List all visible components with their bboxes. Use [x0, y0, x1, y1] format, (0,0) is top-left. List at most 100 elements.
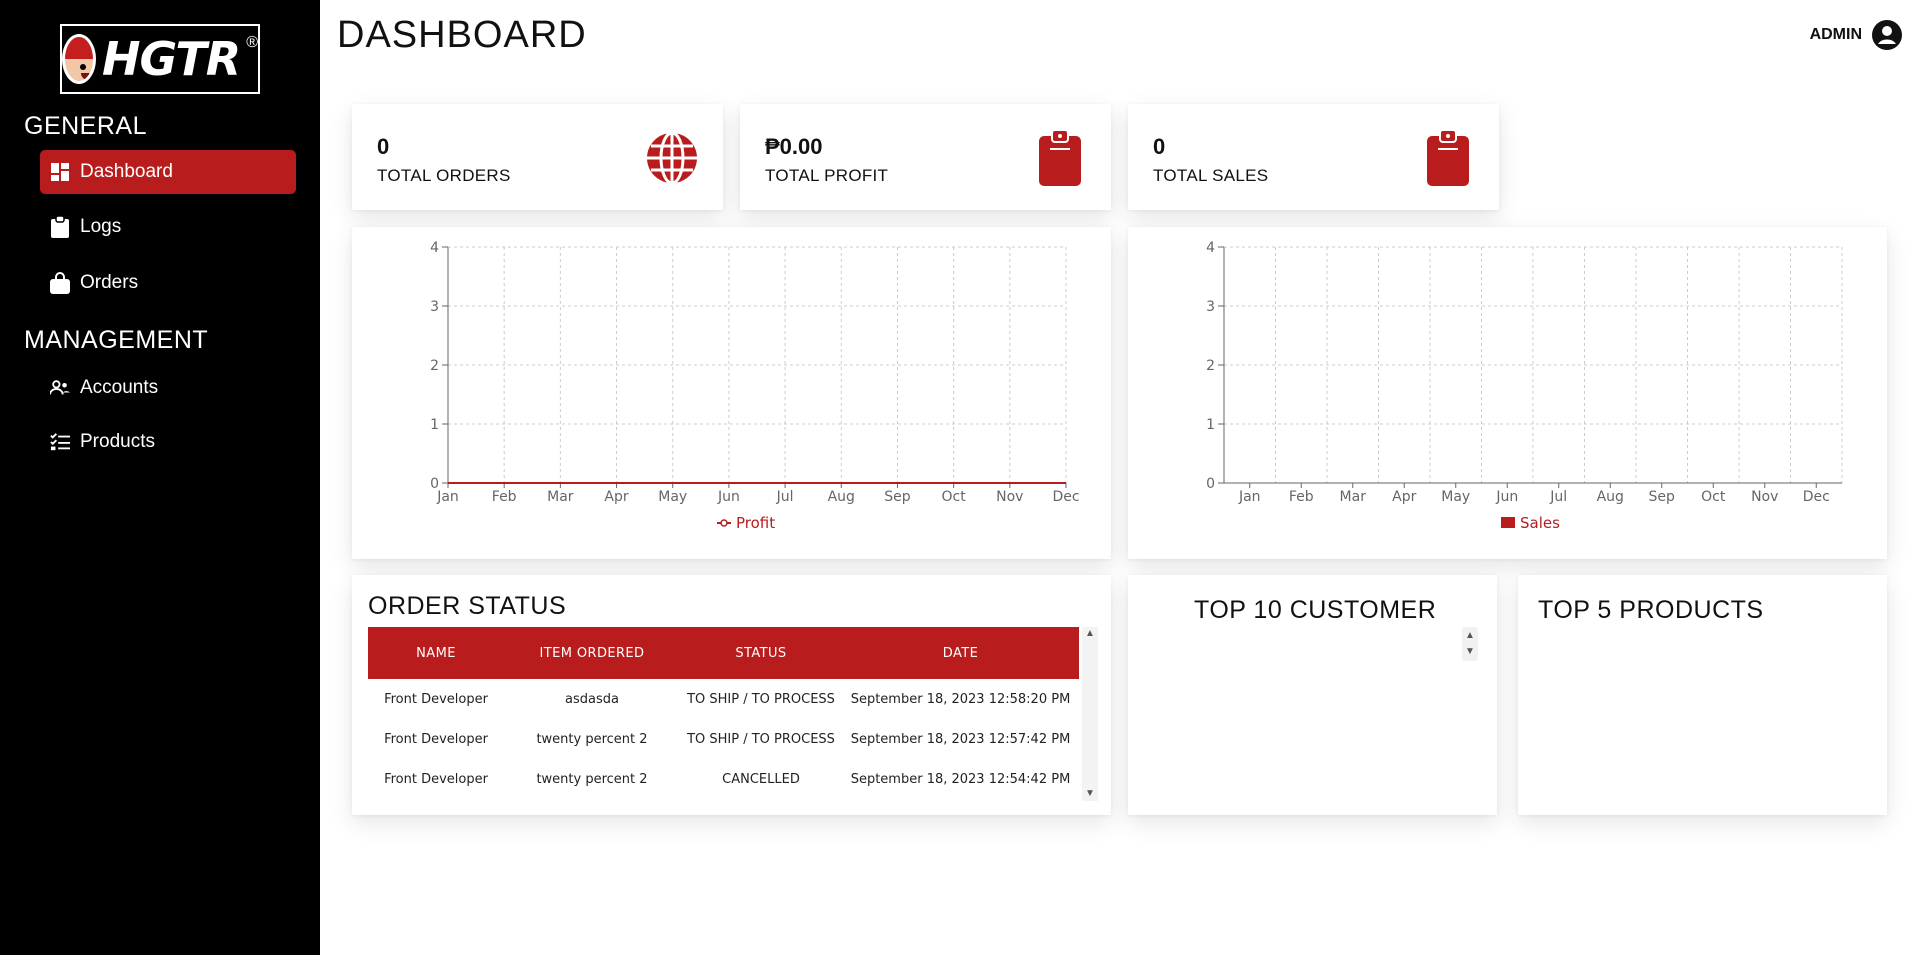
- y-tick-label: 0: [1206, 476, 1215, 492]
- sidebar-item-label: Orders: [80, 272, 139, 293]
- registered-mark: ®: [246, 34, 258, 51]
- y-tick-label: 1: [430, 417, 439, 433]
- x-tick-label: Jan: [436, 489, 459, 505]
- table-row[interactable]: Front Developer twenty percent 2 TO SHIP…: [368, 719, 1079, 759]
- x-tick-label: Feb: [492, 489, 517, 505]
- cell-date: September 18, 2023 12:57:42 PM: [850, 731, 1071, 747]
- user-menu[interactable]: ADMIN: [1810, 20, 1902, 50]
- scroll-down-icon[interactable]: ▼: [1462, 645, 1478, 659]
- cell-status: TO SHIP / TO PROCESS: [687, 691, 835, 707]
- stat-label: TOTAL SALES: [1153, 166, 1269, 185]
- sidebar: HGTR ® GENERAL Dashboard Logs Orders MAN…: [0, 0, 320, 955]
- top-products-title: TOP 5 PRODUCTS: [1538, 596, 1764, 624]
- user-avatar-icon: [1872, 20, 1902, 50]
- x-tick-label: Jul: [1549, 489, 1567, 505]
- cell-name: Front Developer: [384, 731, 488, 747]
- order-status-table: NAME ITEM ORDERED STATUS DATE Front Deve…: [368, 627, 1079, 799]
- legend-swatch: [1501, 517, 1515, 528]
- column-header-name[interactable]: NAME: [368, 627, 504, 679]
- order-status-table-container[interactable]: NAME ITEM ORDERED STATUS DATE Front Deve…: [368, 627, 1079, 801]
- scroll-up-icon[interactable]: ▲: [1462, 629, 1478, 643]
- section-management: MANAGEMENT: [24, 326, 209, 354]
- x-tick-label: Dec: [1052, 489, 1079, 505]
- users-icon: [50, 378, 70, 398]
- brand-name: HGTR: [101, 32, 241, 86]
- cell-status: TO SHIP / TO PROCESS: [687, 731, 835, 747]
- column-header-date[interactable]: DATE: [842, 627, 1079, 679]
- stat-label: TOTAL PROFIT: [765, 166, 889, 185]
- x-tick-label: Sep: [1649, 489, 1676, 505]
- stat-value: ₱0.00: [765, 134, 823, 159]
- y-tick-label: 3: [1206, 299, 1215, 315]
- section-general: GENERAL: [24, 112, 147, 140]
- shopping-bag-icon: [50, 272, 70, 294]
- stat-card-total-orders: 0 TOTAL ORDERS: [352, 104, 723, 210]
- x-tick-label: Apr: [1392, 489, 1416, 505]
- clipboard-icon: [50, 216, 70, 238]
- cell-item-ordered: asdasda: [565, 691, 619, 707]
- cell-date: September 18, 2023 12:58:20 PM: [850, 691, 1071, 707]
- order-status-scrollbar[interactable]: ▲ ▼: [1082, 627, 1098, 801]
- sidebar-item-logs[interactable]: Logs: [40, 205, 296, 249]
- dashboard-icon: [50, 162, 70, 182]
- profit-chart-card: 0 1 2 3 4 Jan Feb Mar Apr May Jun Jul Aug Sep Oct Nov De…: [352, 227, 1111, 559]
- user-name: ADMIN: [1809, 26, 1862, 43]
- x-tick-label: Nov: [996, 489, 1023, 505]
- table-row[interactable]: Front Developer twenty percent 2 CANCELL…: [368, 759, 1079, 799]
- sidebar-item-accounts[interactable]: Accounts: [40, 366, 296, 410]
- y-tick-label: 1: [1206, 417, 1215, 433]
- sales-bar-chart: 0 1 2 3 4 Jan Feb Mar Apr May Jun Jul Aug Sep Oct Nov De…: [1206, 240, 1843, 532]
- top-products-card: TOP 5 PRODUCTS: [1518, 575, 1887, 815]
- cell-item-ordered: twenty percent 2: [536, 771, 648, 787]
- x-tick-label: Apr: [604, 489, 628, 505]
- sidebar-item-products[interactable]: Products: [40, 420, 296, 464]
- legend-label: Profit: [736, 514, 775, 532]
- cell-date: September 18, 2023 12:54:42 PM: [850, 771, 1071, 787]
- scroll-down-icon[interactable]: ▼: [1082, 787, 1098, 801]
- top-customers-card: TOP 10 CUSTOMER ▲ ▼: [1128, 575, 1497, 815]
- y-tick-label: 2: [1206, 358, 1215, 374]
- x-tick-label: Aug: [828, 489, 855, 505]
- stat-value: 0: [377, 134, 390, 159]
- x-tick-label: Feb: [1289, 489, 1314, 505]
- brand-logo[interactable]: HGTR ®: [60, 24, 260, 94]
- clipboard-icon: [1421, 129, 1475, 186]
- page-title: DASHBOARD: [337, 14, 587, 56]
- sidebar-item-label: Products: [80, 431, 155, 452]
- order-status-card: ORDER STATUS NAME ITEM ORDERED STATUS DA…: [352, 575, 1111, 815]
- top-customers-scrollbar[interactable]: ▲ ▼: [1462, 627, 1478, 661]
- mascot-logo-icon: [62, 34, 96, 84]
- y-tick-label: 4: [1206, 240, 1215, 256]
- x-tick-label: Jan: [1238, 489, 1261, 505]
- y-tick-label: 4: [430, 240, 439, 256]
- top-customers-title: TOP 10 CUSTOMER: [1194, 596, 1437, 624]
- x-tick-label: Aug: [1597, 489, 1624, 505]
- stat-card-total-profit: ₱0.00 TOTAL PROFIT: [740, 104, 1111, 210]
- sidebar-item-label: Accounts: [80, 377, 159, 398]
- legend-marker: [720, 519, 728, 527]
- x-tick-label: May: [1441, 489, 1470, 505]
- x-tick-label: Jul: [776, 489, 794, 505]
- x-tick-label: Nov: [1751, 489, 1778, 505]
- y-tick-label: 2: [430, 358, 439, 374]
- sidebar-item-orders[interactable]: Orders: [40, 261, 296, 305]
- legend-label: Sales: [1520, 514, 1560, 532]
- table-row[interactable]: Front Developer asdasda TO SHIP / TO PRO…: [368, 679, 1079, 719]
- stat-value: 0: [1153, 134, 1166, 159]
- cell-item-ordered: twenty percent 2: [536, 731, 648, 747]
- x-tick-label: Dec: [1803, 489, 1830, 505]
- sidebar-item-label: Dashboard: [80, 161, 173, 182]
- y-tick-label: 3: [430, 299, 439, 315]
- sidebar-item-label: Logs: [80, 216, 122, 237]
- column-header-item-ordered[interactable]: ITEM ORDERED: [504, 627, 680, 679]
- x-tick-label: May: [658, 489, 687, 505]
- sidebar-item-dashboard[interactable]: Dashboard: [40, 150, 296, 194]
- x-tick-label: Mar: [547, 489, 574, 505]
- stat-card-total-sales: 0 TOTAL SALES: [1128, 104, 1499, 210]
- scroll-up-icon[interactable]: ▲: [1082, 627, 1098, 641]
- column-header-status[interactable]: STATUS: [680, 627, 842, 679]
- x-tick-label: Sep: [884, 489, 911, 505]
- clipboard-icon: [1033, 129, 1087, 186]
- x-tick-label: Oct: [1701, 489, 1726, 505]
- x-tick-label: Mar: [1340, 489, 1367, 505]
